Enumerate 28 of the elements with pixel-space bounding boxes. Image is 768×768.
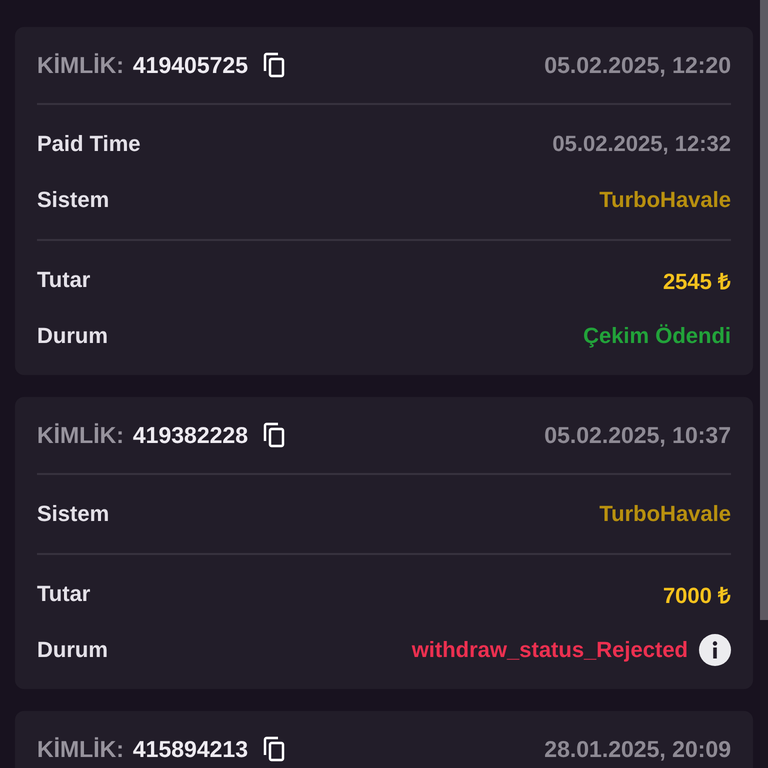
field-label: Tutar — [37, 581, 90, 607]
field-value: TurboHavale — [599, 501, 731, 527]
created-date: 05.02.2025, 10:37 — [544, 422, 731, 448]
field-label: Tutar — [37, 267, 90, 293]
info-icon[interactable] — [699, 634, 731, 666]
field-value: 05.02.2025, 12:32 — [552, 131, 731, 157]
field-value: TurboHavale — [599, 187, 731, 213]
created-date: 28.01.2025, 20:09 — [544, 736, 731, 762]
field-label: Durum — [37, 637, 108, 663]
id-value: 415894213 — [132, 736, 248, 762]
field-value: withdraw_status_Rejected — [412, 637, 688, 663]
field-label: Durum — [37, 323, 108, 349]
id-value: 419405725 — [132, 52, 248, 78]
field-value: 7000 ₺ — [662, 582, 731, 609]
copy-icon[interactable] — [262, 736, 286, 762]
scrollbar[interactable] — [760, 0, 768, 768]
field-label: Sistem — [37, 187, 110, 213]
field-label: Sistem — [37, 501, 110, 527]
copy-icon[interactable] — [262, 52, 286, 78]
id-label: KİMLİK: — [37, 422, 124, 448]
created-date: 05.02.2025, 12:20 — [544, 52, 731, 78]
field-value: 2545 ₺ — [662, 268, 731, 295]
field-label: Paid Time — [37, 131, 141, 157]
id-label: KİMLİK: — [37, 736, 124, 762]
id-label: KİMLİK: — [37, 52, 124, 78]
id-value: 419382228 — [132, 422, 248, 448]
field-value: Çekim Ödendi — [583, 323, 731, 349]
copy-icon[interactable] — [262, 422, 286, 448]
